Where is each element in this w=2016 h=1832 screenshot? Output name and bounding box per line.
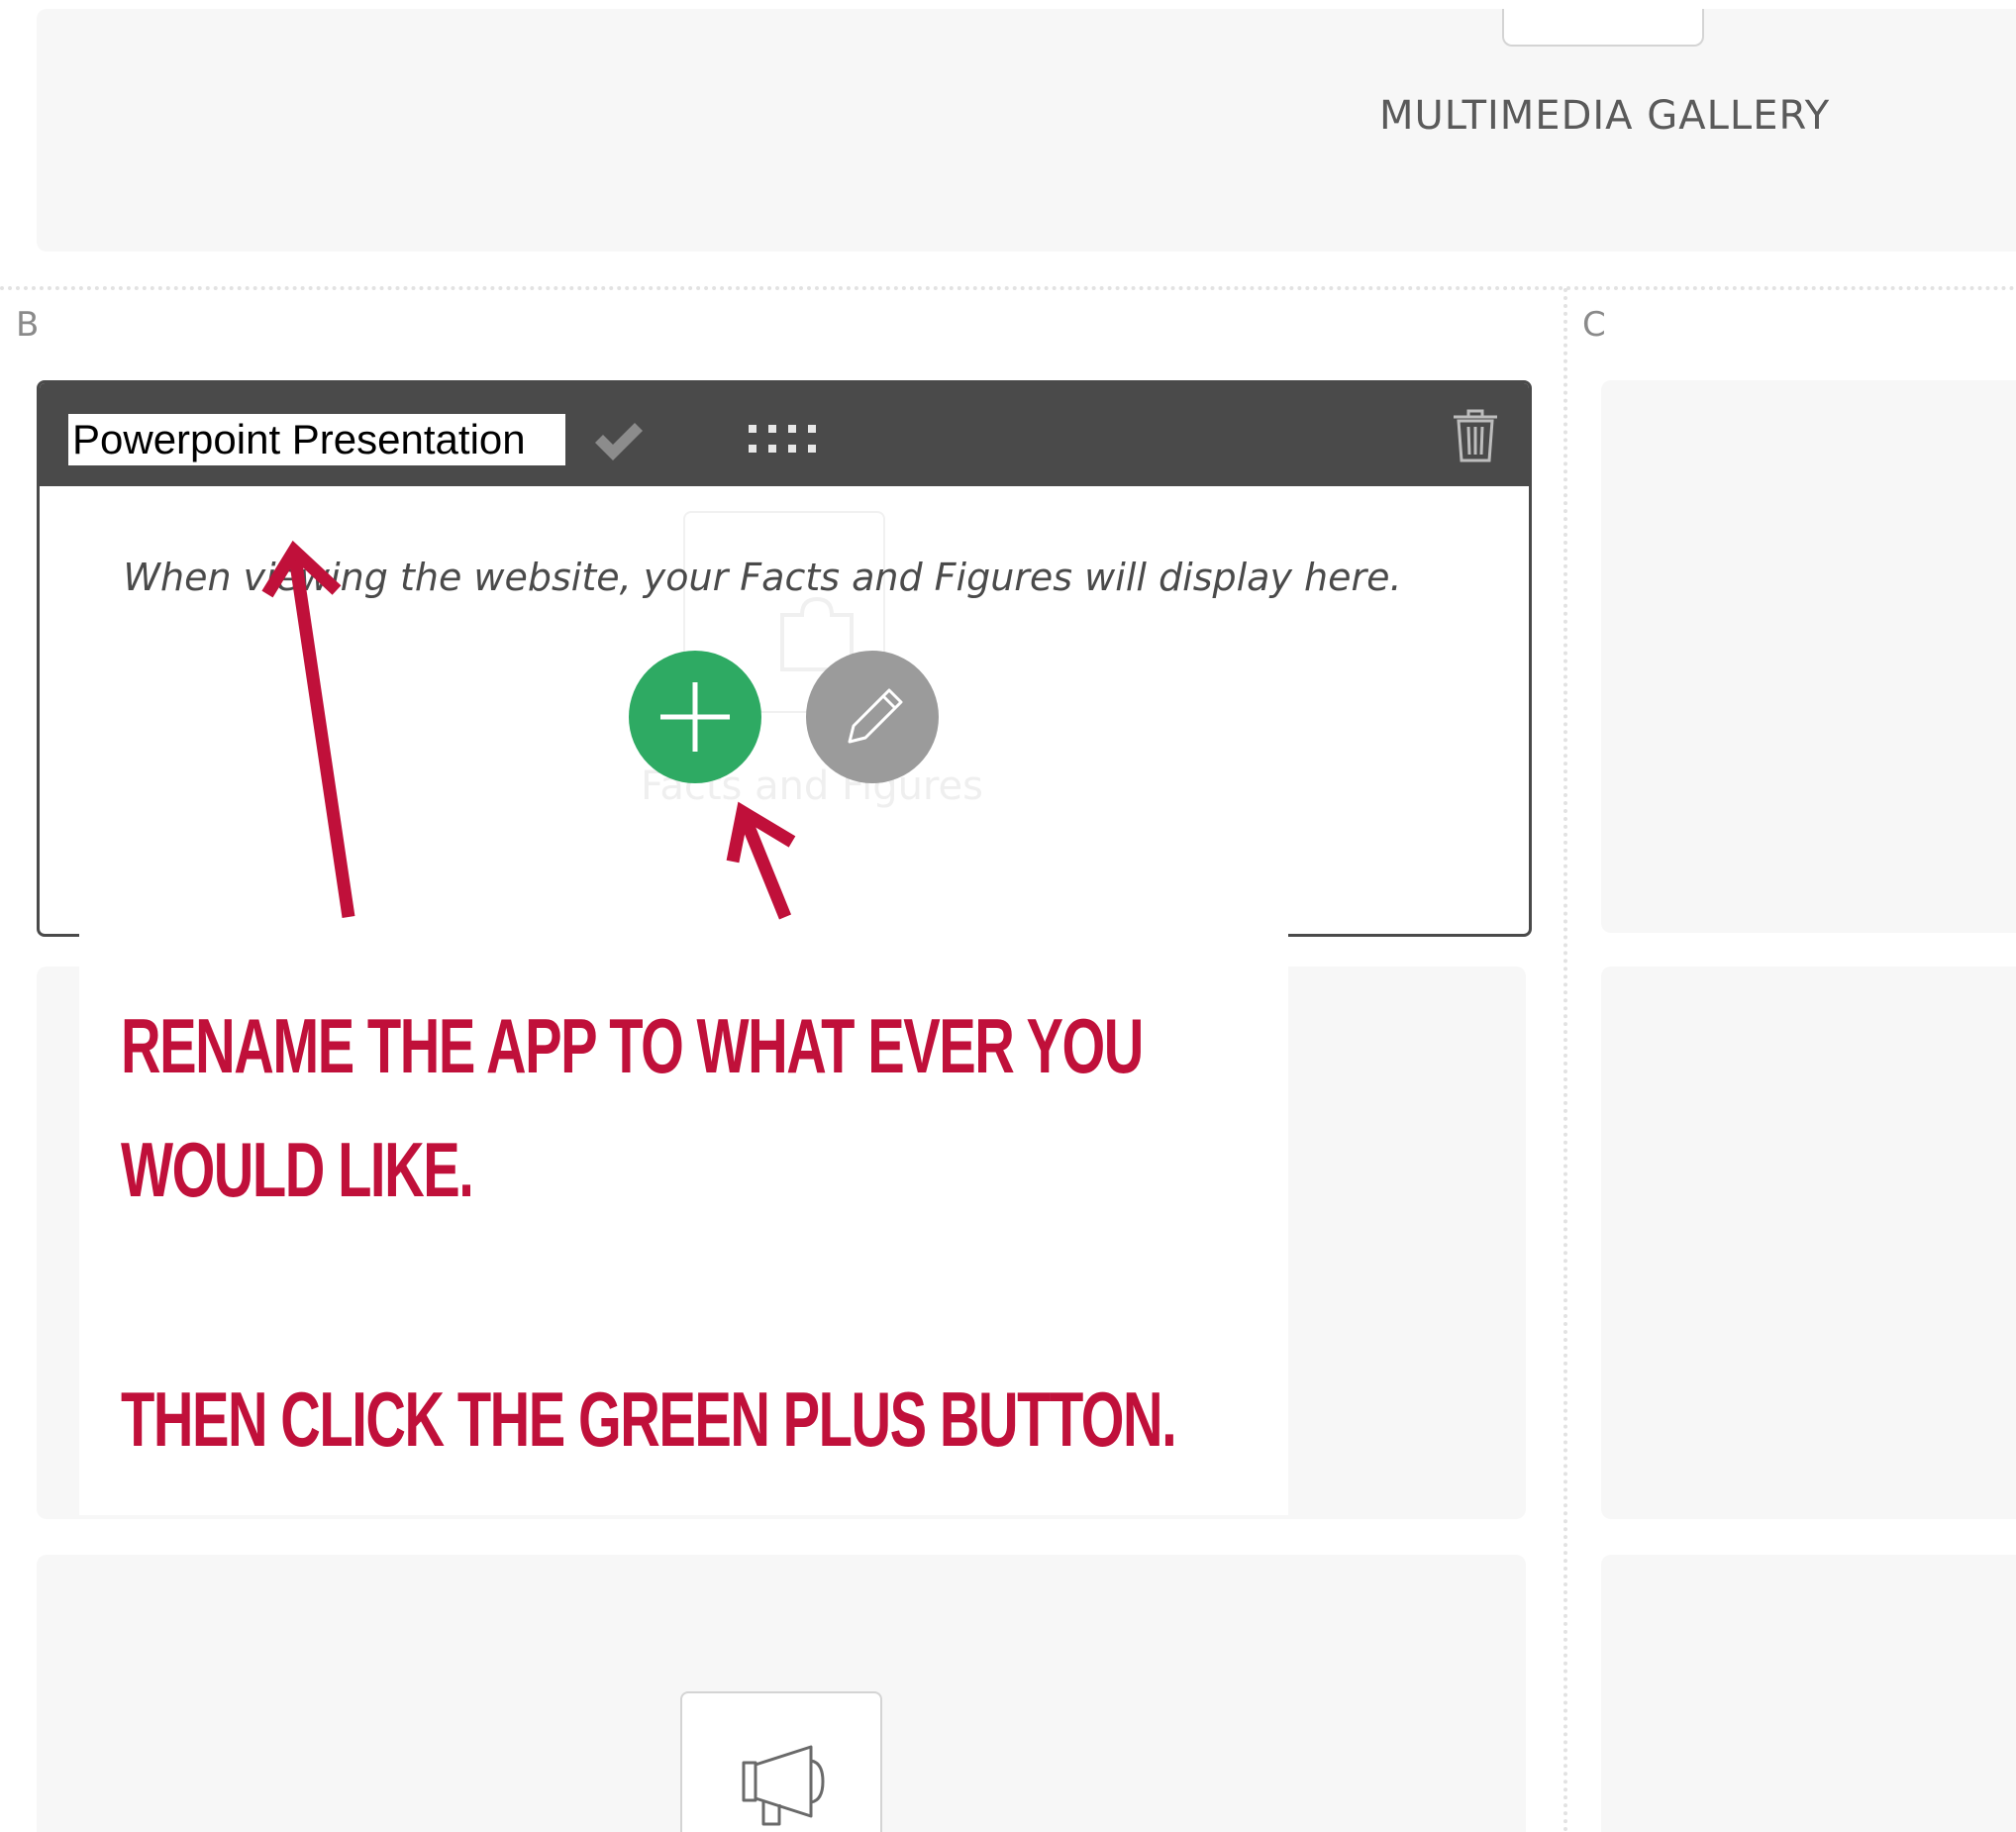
- app-icon-tile[interactable]: [680, 1691, 882, 1832]
- facts-and-figures-app: Facts and Figures When viewing the websi…: [37, 380, 1532, 937]
- row-divider: [0, 286, 2016, 290]
- column-label-b: B: [16, 305, 40, 345]
- instruction-line-1: Rename the app to what ever you: [121, 1002, 1144, 1089]
- instruction-line-3: Then click the green plus button.: [121, 1375, 1177, 1463]
- megaphone-icon: [742, 1745, 825, 1826]
- app-header: [40, 383, 1529, 486]
- column-c-slot-1[interactable]: [1601, 380, 2016, 933]
- multimedia-gallery-label: MULTIMEDIA GALLERY: [1379, 93, 1831, 139]
- trash-icon[interactable]: [1450, 407, 1501, 464]
- multimedia-gallery-icon-tile[interactable]: [1502, 9, 1704, 47]
- column-c-slot-2[interactable]: [1601, 967, 2016, 1519]
- edit-content-button[interactable]: [806, 651, 939, 783]
- drag-handle-icon[interactable]: [745, 419, 824, 458]
- page-layout-editor: MULTIMEDIA GALLERY B C Powerpoint Presen…: [0, 0, 2016, 1832]
- column-b-slot-3[interactable]: [37, 1555, 1526, 1832]
- multimedia-gallery-slot[interactable]: MULTIMEDIA GALLERY: [37, 9, 2016, 252]
- column-divider: [1563, 288, 1567, 1832]
- instruction-callout: Rename the app to what ever you would li…: [79, 919, 1288, 1515]
- app-body: Facts and Figures When viewing the websi…: [40, 486, 1529, 934]
- column-label-c: C: [1582, 305, 1606, 345]
- plus-icon: [660, 682, 730, 752]
- check-icon[interactable]: [591, 417, 645, 464]
- pencil-icon: [848, 688, 903, 744]
- instruction-line-2: would like.: [121, 1126, 474, 1213]
- add-content-button[interactable]: [629, 651, 761, 783]
- app-title-input[interactable]: [68, 414, 565, 465]
- column-c-slot-3[interactable]: [1601, 1555, 2016, 1832]
- display-info-text: When viewing the website, your Facts and…: [123, 556, 1402, 599]
